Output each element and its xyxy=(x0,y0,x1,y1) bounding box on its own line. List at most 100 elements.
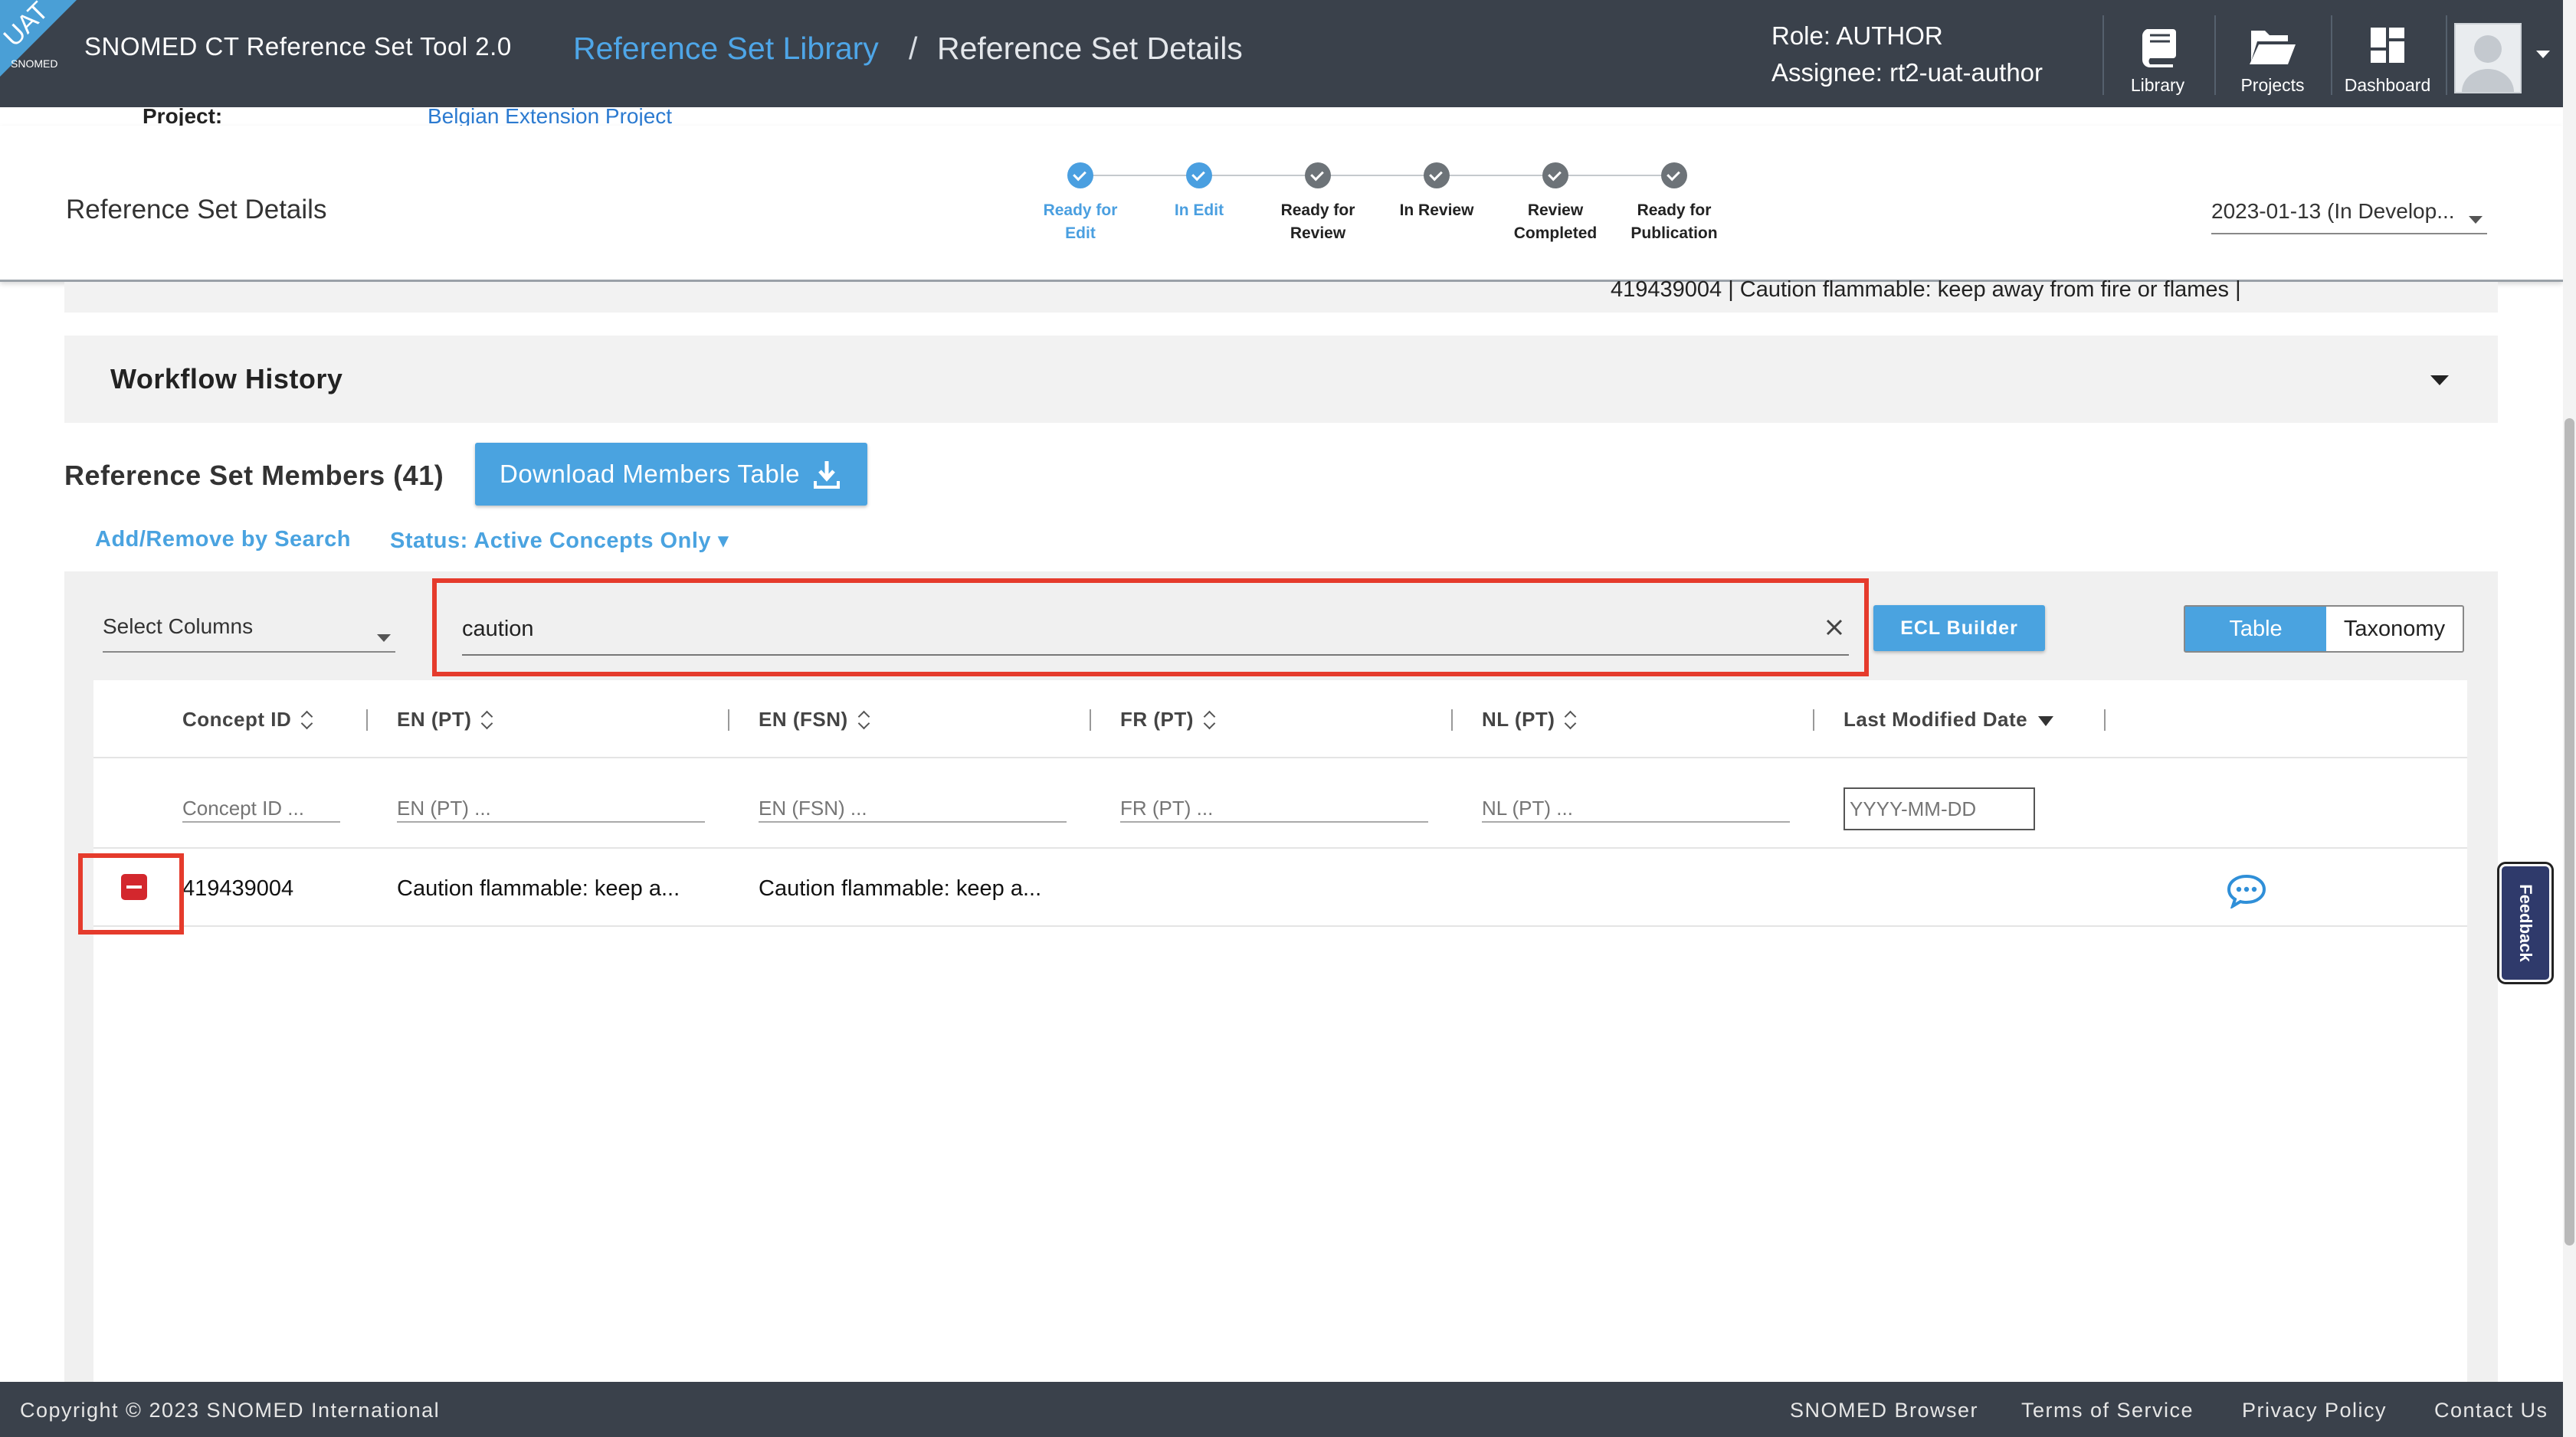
chevron-down-icon xyxy=(2469,216,2483,224)
status-filter-dropdown[interactable]: Status: Active Concepts Only ▾ xyxy=(390,527,729,554)
filter-fr-pt[interactable] xyxy=(1120,795,1428,823)
breadcrumb-library-link[interactable]: Reference Set Library xyxy=(573,31,879,67)
taxonomy-view-button[interactable]: Taxonomy xyxy=(2326,607,2463,651)
app-title: SNOMED CT Reference Set Tool 2.0 xyxy=(84,32,512,61)
check-icon xyxy=(1542,162,1568,188)
workflow-history-title: Workflow History xyxy=(110,363,343,394)
copyright-text: Copyright © 2023 SNOMED International xyxy=(20,1399,441,1422)
column-separator xyxy=(366,709,368,731)
column-header-en-fsn[interactable]: EN (FSN) xyxy=(759,708,870,732)
nav-dashboard-label: Dashboard xyxy=(2344,75,2431,95)
top-header: UAT SNOMED SNOMED CT Reference Set Tool … xyxy=(0,0,2563,107)
footer: Copyright © 2023 SNOMED International SN… xyxy=(0,1382,2563,1437)
step-ready-for-edit: Ready for Edit xyxy=(1019,158,1142,245)
footer-link-privacy[interactable]: Privacy Policy xyxy=(2242,1399,2387,1422)
role-text: Role: AUTHOR xyxy=(1771,21,1943,50)
breadcrumb-separator: / xyxy=(909,31,918,66)
sort-icon xyxy=(859,712,870,730)
download-members-label: Download Members Table xyxy=(500,460,800,488)
step-ready-for-review: Ready for Review xyxy=(1257,158,1379,245)
column-separator xyxy=(728,709,729,731)
nav-library-button[interactable]: Library xyxy=(2104,17,2211,98)
nav-divider xyxy=(2331,15,2332,95)
download-icon xyxy=(814,461,840,489)
check-icon xyxy=(1186,162,1212,188)
column-separator xyxy=(1090,709,1091,731)
nav-divider xyxy=(2214,15,2216,95)
table-header: Concept ID EN (PT) EN (FSN) FR (PT) NL (… xyxy=(93,682,2467,758)
page-scrollbar-thumb[interactable] xyxy=(2565,418,2574,1246)
nav-projects-label: Projects xyxy=(2240,75,2305,95)
dashboard-grid-icon xyxy=(2371,28,2404,63)
check-icon xyxy=(1067,162,1093,188)
folder-open-icon xyxy=(2250,31,2296,64)
column-header-concept-id[interactable]: Concept ID xyxy=(182,708,313,732)
nav-divider xyxy=(2446,15,2447,95)
column-header-last-modified[interactable]: Last Modified Date xyxy=(1844,708,2054,732)
cell-en-pt: Caution flammable: keep a... xyxy=(397,876,680,901)
step-ready-for-publication: Ready for Publication xyxy=(1613,158,1735,245)
page-title: Reference Set Details xyxy=(66,195,327,224)
workflow-stepper: Ready for Edit In Edit Ready for Review In… xyxy=(1019,158,1770,265)
sticky-sub-header: Reference Set Details Ready for Edit In E… xyxy=(0,126,2563,282)
comment-icon[interactable] xyxy=(2227,873,2266,908)
sort-icon xyxy=(482,712,493,730)
download-members-button[interactable]: Download Members Table xyxy=(475,443,867,506)
step-review-completed: Review Completed xyxy=(1494,158,1617,245)
assignee-text: Assignee: rt2-uat-author xyxy=(1771,58,2043,87)
cell-concept-id: 419439004 xyxy=(182,876,294,901)
feedback-tab[interactable]: Feedback xyxy=(2499,864,2551,982)
table-view-button[interactable]: Table xyxy=(2185,607,2326,651)
filter-en-pt[interactable] xyxy=(397,795,705,823)
feedback-label: Feedback xyxy=(2516,884,2535,962)
table-filter-row xyxy=(93,760,2467,849)
sort-desc-icon xyxy=(2038,715,2054,726)
filter-nl-pt[interactable] xyxy=(1482,795,1790,823)
footer-link-snomed-browser[interactable]: SNOMED Browser xyxy=(1790,1399,1978,1422)
book-icon xyxy=(2142,29,2176,67)
concept-peek-text: 419439004 | Caution flammable: keep away… xyxy=(1611,277,2241,302)
expand-caret-icon[interactable] xyxy=(2430,375,2449,385)
snomed-logo[interactable]: UAT SNOMED xyxy=(0,0,77,77)
check-icon xyxy=(1661,162,1687,188)
version-select-value: 2023-01-13 (In Develop... xyxy=(2211,199,2455,223)
member-search-input[interactable] xyxy=(462,604,1811,654)
check-icon xyxy=(1305,162,1331,188)
sort-icon xyxy=(1204,712,1215,730)
step-in-edit: In Edit xyxy=(1138,158,1260,222)
nav-projects-button[interactable]: Projects xyxy=(2219,17,2326,98)
column-separator xyxy=(1813,709,1814,731)
members-title: Reference Set Members (41) xyxy=(64,460,444,491)
column-header-nl-pt[interactable]: NL (PT) xyxy=(1482,708,1576,732)
step-in-review: In Review xyxy=(1375,158,1498,222)
version-select[interactable]: 2023-01-13 (In Develop... xyxy=(2211,199,2487,234)
check-icon xyxy=(1424,162,1450,188)
breadcrumb-current: Reference Set Details xyxy=(937,31,1243,66)
table-row[interactable]: 419439004 Caution flammable: keep a... C… xyxy=(93,850,2467,927)
column-header-fr-pt[interactable]: FR (PT) xyxy=(1120,708,1215,732)
svg-text:SNOMED: SNOMED xyxy=(11,57,57,70)
cell-en-fsn: Caution flammable: keep a... xyxy=(759,876,1042,901)
footer-link-contact[interactable]: Contact Us xyxy=(2434,1399,2548,1422)
member-search-field xyxy=(462,604,1849,656)
user-menu-chevron-down-icon[interactable] xyxy=(2536,51,2550,58)
add-remove-by-search-link[interactable]: Add/Remove by Search xyxy=(95,527,351,552)
chevron-down-icon xyxy=(377,634,391,642)
close-icon[interactable] xyxy=(1824,617,1844,637)
remove-member-button[interactable] xyxy=(121,874,147,900)
workflow-history-accordion[interactable]: Workflow History xyxy=(64,336,2498,423)
filter-en-fsn[interactable] xyxy=(759,795,1067,823)
select-columns-label: Select Columns xyxy=(103,614,254,638)
nav-library-label: Library xyxy=(2130,75,2185,95)
user-avatar-icon[interactable] xyxy=(2454,23,2522,93)
footer-link-terms[interactable]: Terms of Service xyxy=(2021,1399,2194,1422)
column-header-en-pt[interactable]: EN (PT) xyxy=(397,708,493,732)
view-toggle: Table Taxonomy xyxy=(2184,605,2464,653)
filter-last-modified-date[interactable] xyxy=(1844,787,2035,830)
ecl-builder-button[interactable]: ECL Builder xyxy=(1873,605,2045,651)
column-separator xyxy=(1451,709,1453,731)
filter-concept-id[interactable] xyxy=(182,795,340,823)
nav-dashboard-button[interactable]: Dashboard xyxy=(2334,17,2441,98)
select-columns-dropdown[interactable]: Select Columns xyxy=(103,611,395,653)
column-separator xyxy=(2104,709,2106,731)
